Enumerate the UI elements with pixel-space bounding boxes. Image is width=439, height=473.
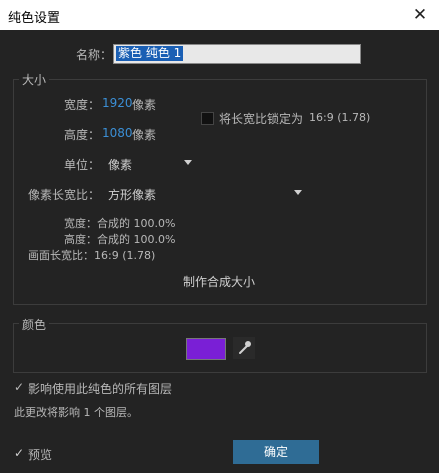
make-comp-size-button[interactable]: 制作合成大小	[173, 272, 265, 292]
title-bar: 纯色设置 ✕	[0, 0, 439, 30]
height-label: 高度：	[64, 128, 101, 142]
affect-all-checkbox[interactable]: ✓	[14, 380, 24, 394]
comp-height-info: 高度：合成的 100.0%	[64, 233, 176, 246]
unit-label: 单位：	[64, 158, 101, 172]
comp-width-info: 宽度：合成的 100.0%	[64, 217, 176, 230]
pixel-aspect-label: 像素长宽比：	[28, 188, 101, 202]
chevron-down-icon	[294, 190, 302, 195]
width-value[interactable]: 1920	[102, 96, 133, 110]
unit-dropdown-value: 像素	[108, 158, 133, 172]
color-swatch[interactable]	[186, 338, 226, 360]
affect-all-label: 影响使用此纯色的所有图层	[28, 382, 173, 396]
name-label: 名称：	[76, 48, 113, 62]
pixel-aspect-dropdown[interactable]: 方形像素	[104, 184, 304, 202]
color-group-title: 颜色	[19, 316, 50, 333]
preview-checkbox[interactable]: ✓	[14, 446, 24, 460]
height-value[interactable]: 1080	[102, 126, 133, 140]
frame-aspect-info: 画面长宽比：16:9 (1.78)	[28, 249, 156, 262]
width-label: 宽度：	[64, 98, 101, 112]
window-title: 纯色设置	[8, 11, 61, 26]
unit-dropdown[interactable]: 像素	[104, 154, 194, 172]
lock-aspect-label: 将长宽比锁定为	[219, 112, 304, 126]
name-input-value: 紫色 纯色 1	[116, 46, 184, 61]
chevron-down-icon	[184, 160, 192, 165]
pixel-aspect-dropdown-value: 方形像素	[108, 188, 157, 202]
name-input[interactable]: 紫色 纯色 1	[113, 44, 361, 64]
ok-button[interactable]: 确定	[233, 440, 319, 464]
close-icon[interactable]: ✕	[407, 2, 433, 28]
eyedropper-icon[interactable]	[233, 337, 255, 359]
affect-info: 此更改将影响 1 个图层。	[14, 406, 138, 419]
height-unit: 像素	[132, 128, 157, 142]
preview-label: 预览	[28, 448, 53, 462]
size-group-title: 大小	[19, 71, 50, 88]
lock-aspect-checkbox[interactable]	[201, 112, 214, 125]
width-unit: 像素	[132, 98, 157, 112]
lock-aspect-ratio: 16:9 (1.78)	[309, 111, 371, 124]
